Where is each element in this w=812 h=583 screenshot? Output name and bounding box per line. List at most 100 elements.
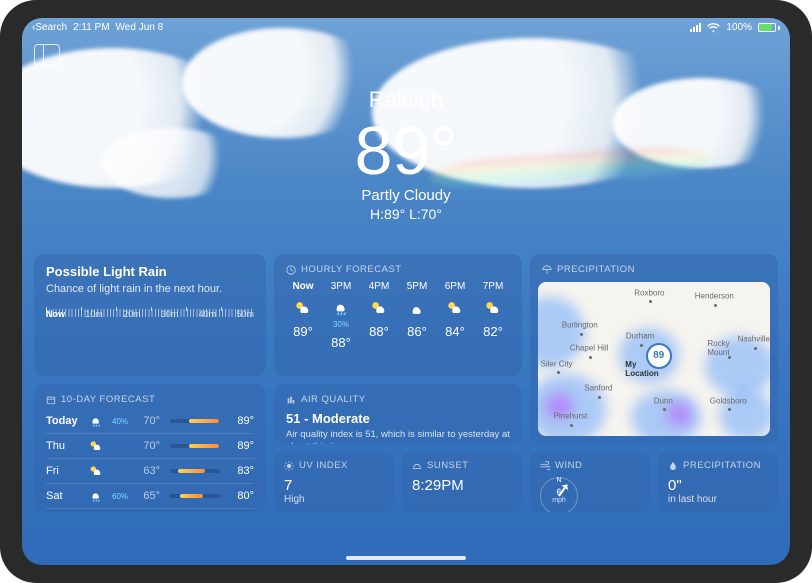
temp-range-bar <box>170 444 220 448</box>
air-quality-card[interactable]: AIR QUALITY 51 - Moderate Air quality in… <box>274 384 522 444</box>
precipitation-amount-card[interactable]: PRECIPITATION 0" in last hour <box>658 452 778 512</box>
card-title-text: AIR QUALITY <box>301 394 366 405</box>
day-name: Thu <box>46 440 80 452</box>
hour-temp: 84° <box>445 324 465 339</box>
next-hour-title: Possible Light Rain <box>46 264 254 279</box>
rain-icon <box>331 298 351 318</box>
aqi-icon <box>286 395 296 405</box>
day-precip-pct: 40% <box>112 417 130 426</box>
calendar-icon <box>46 395 56 405</box>
map-city-dot <box>580 333 583 336</box>
hour-time: 3PM <box>331 281 352 292</box>
hi-lo: H:89° L:70° <box>22 206 790 222</box>
home-indicator[interactable] <box>346 556 466 560</box>
map-city-dot <box>557 371 560 374</box>
sun-icon <box>284 461 294 471</box>
status-date: Wed Jun 8 <box>116 22 164 33</box>
partly-icon <box>369 298 389 318</box>
precipitation-map-card[interactable]: PRECIPITATION 89My Location RoxboroHende… <box>530 254 778 444</box>
map-city-dot <box>589 356 592 359</box>
precip-value: 0" <box>668 477 768 494</box>
hourly-col: 4PM 88° <box>362 281 396 350</box>
wind-icon <box>540 461 550 471</box>
map-city-label: Roxboro <box>634 288 664 297</box>
cell-signal-icon <box>690 23 701 32</box>
precip-sub: in last hour <box>668 494 768 505</box>
hour-precip-pct: 30% <box>333 320 349 329</box>
day-name: Today <box>46 415 80 427</box>
partly-icon <box>483 298 503 318</box>
map-city-label: Chapel Hill <box>570 344 609 353</box>
day-low: 65° <box>136 490 160 502</box>
day-high: 89° <box>230 415 254 427</box>
day-low: 63° <box>136 465 160 477</box>
map-city-dot <box>714 304 717 307</box>
hour-time: 4PM <box>369 281 390 292</box>
partly-icon <box>86 438 106 454</box>
ten-day-forecast-card[interactable]: 10-DAY FORECAST Today40%70°89°Thu70°89°F… <box>34 384 266 512</box>
drop-icon <box>668 461 678 471</box>
card-title-text: HOURLY FORECAST <box>301 264 402 275</box>
hour-time: Now <box>292 281 313 292</box>
next-hour-chart: Now 10m 20m 30m 40m 50m <box>46 309 254 333</box>
city-name: Raleigh <box>22 87 790 113</box>
map-city-label: Henderson <box>695 291 734 300</box>
current-condition: Partly Cloudy <box>22 187 790 204</box>
map-city-dot <box>649 300 652 303</box>
uv-level: High <box>284 494 384 505</box>
day-row: Sun61°85° <box>46 508 254 512</box>
battery-icon <box>758 23 780 32</box>
sidebar-toggle-button[interactable] <box>34 44 60 66</box>
hourly-col: 6PM 84° <box>438 281 472 350</box>
hourly-col: 7PM82° <box>476 281 510 350</box>
hourly-col: 3PM30%88° <box>324 281 358 350</box>
sunset-card[interactable]: SUNSET 8:29PM <box>402 452 522 512</box>
rain-icon <box>86 488 106 504</box>
next-hour-card[interactable]: Possible Light Rain Chance of light rain… <box>34 254 266 376</box>
hour-time: 5PM <box>407 281 428 292</box>
current-temp: 89° <box>22 117 790 185</box>
day-name: Sat <box>46 490 80 502</box>
sunset-icon <box>412 461 422 471</box>
uv-value: 7 <box>284 477 384 494</box>
card-title-text: 10-DAY FORECAST <box>61 394 155 405</box>
temp-range-bar <box>170 469 220 473</box>
status-time: 2:11 PM <box>73 22 110 33</box>
card-title-text: UV INDEX <box>299 460 348 471</box>
back-search[interactable]: Search <box>32 22 67 33</box>
hourly-col: 5PM 86° <box>400 281 434 350</box>
day-row: Sat60%65°80° <box>46 483 254 508</box>
map-city-label: Sanford <box>584 384 612 393</box>
day-row: Fri63°83° <box>46 458 254 483</box>
partly-icon <box>86 463 106 479</box>
map-city-dot <box>754 347 757 350</box>
compass-icon: N 6 mph <box>540 477 578 512</box>
day-low: 70° <box>136 440 160 452</box>
map-city-label: Siler City <box>541 359 573 368</box>
small-cards-row: UV INDEX 7 High SUNSET 8:29PM WIND N 6 m… <box>274 452 778 512</box>
uv-index-card[interactable]: UV INDEX 7 High <box>274 452 394 512</box>
rain-icon <box>86 413 106 429</box>
sunset-time: 8:29PM <box>412 477 512 494</box>
hour-temp: 89° <box>293 324 313 339</box>
wind-card[interactable]: WIND N 6 mph <box>530 452 650 512</box>
day-precip-pct: 60% <box>112 492 130 501</box>
umbrella-icon <box>542 265 552 275</box>
current-weather-header: Raleigh 89° Partly Cloudy H:89° L:70° <box>22 33 790 222</box>
hour-temp: 86° <box>407 324 427 339</box>
card-title-text: PRECIPITATION <box>557 264 635 275</box>
map-city-label: Burlington <box>562 321 598 330</box>
hour-time: 6PM <box>445 281 466 292</box>
hourly-forecast-card[interactable]: HOURLY FORECAST Now89°3PM30%88°4PM88°5PM… <box>274 254 522 376</box>
hour-temp: 88° <box>369 324 389 339</box>
day-low: 70° <box>136 415 160 427</box>
clock-icon <box>286 265 296 275</box>
card-title-text: PRECIPITATION <box>683 460 761 471</box>
map-canvas[interactable]: 89My Location RoxboroHendersonBurlington… <box>538 282 770 436</box>
next-hour-desc: Chance of light rain in the next hour. <box>46 283 254 295</box>
hour-temp: 82° <box>483 324 503 339</box>
wifi-icon <box>707 23 720 33</box>
map-city-dot <box>640 344 643 347</box>
map-city-label: Pinehurst <box>554 411 588 420</box>
ipad-frame: Search 2:11 PM Wed Jun 8 100% Raleigh 89… <box>0 0 812 583</box>
